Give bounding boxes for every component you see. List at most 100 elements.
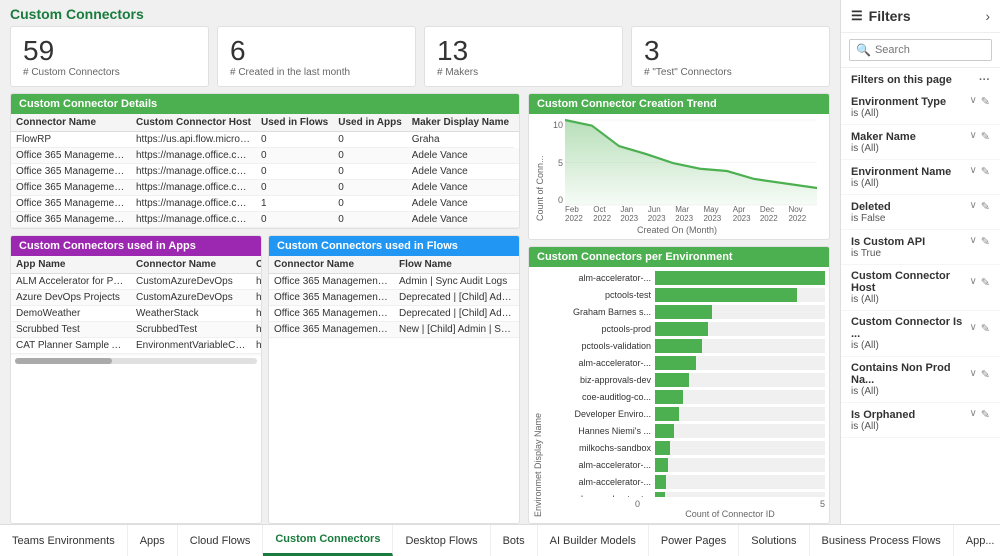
tab-item-solutions[interactable]: Solutions [739, 525, 809, 556]
filter-item-actions: ∨ ✎ [969, 200, 990, 213]
bar-fill [655, 356, 696, 370]
filter-more-icon[interactable]: ··· [979, 74, 990, 86]
table-row[interactable]: Office 365 Management APIhttps://manage.… [11, 180, 519, 196]
filter-edit-icon[interactable]: ✎ [981, 368, 990, 381]
filter-item[interactable]: Environment Name ∨ ✎ is (All) [841, 160, 1000, 195]
filter-edit-icon[interactable]: ✎ [981, 200, 990, 213]
tab-item-power-pages[interactable]: Power Pages [649, 525, 739, 556]
connector-details-header: Custom Connector Details [11, 94, 519, 114]
apps-scrollbar[interactable] [15, 358, 257, 364]
filter-edit-icon[interactable]: ✎ [981, 276, 990, 289]
bar-fill [655, 407, 679, 421]
connector-flows-scroll[interactable]: Connector Name Flow Name Office 365 Mana… [269, 256, 519, 338]
table-row[interactable]: Office 365 Management APIDeprecated | [C… [269, 290, 519, 306]
table-row[interactable]: FlowRPhttps://us.api.flow.microsoft.c om… [11, 132, 519, 148]
filter-item-name: Custom Connector Is ... [851, 316, 969, 340]
table-row[interactable]: Office 365 Management APIhttps://manage.… [11, 148, 519, 164]
table-row[interactable]: Azure DevOps ProjectsCustomAzureDevOpsht… [11, 290, 261, 306]
trend-y-10: 10 [547, 120, 563, 130]
connector-details-table-scroll[interactable]: Connector Name Custom Connector Host Use… [11, 114, 519, 228]
filter-expand-icon[interactable]: › [985, 8, 990, 24]
tab-item-ai-builder-models[interactable]: AI Builder Models [538, 525, 649, 556]
table-row[interactable]: CAT Planner Sample AppEnvironmentVariabl… [11, 354, 261, 357]
flows-col-connector: Connector Name [269, 256, 394, 274]
filter-item-header: Custom Connector Is ... ∨ ✎ [851, 316, 990, 340]
bar-label: Developer Enviro... [545, 409, 655, 419]
filter-item[interactable]: Maker Name ∨ ✎ is (All) [841, 125, 1000, 160]
filter-chevron-icon[interactable]: ∨ [969, 322, 976, 335]
table-row[interactable]: ALM Accelerator for Power PlatformCustom… [11, 274, 261, 290]
table-row[interactable]: Scrubbed TestScrubbedTesthtt [11, 322, 261, 338]
kpi-number-2: 13 [437, 35, 610, 67]
filter-chevron-icon[interactable]: ∨ [969, 165, 976, 178]
env-chart-title: Custom Connectors per Environment [529, 247, 829, 267]
table-row[interactable]: Office 365 Management API Newhttps://man… [11, 196, 519, 212]
filter-chevron-icon[interactable]: ∨ [969, 95, 976, 108]
bar-fill [655, 458, 668, 472]
filter-item-value: is (All) [851, 178, 990, 189]
table-row[interactable]: Office 365 Management APIDeprecated | [C… [269, 306, 519, 322]
table-row[interactable]: Office 365 Management API NewNew | [Chil… [269, 322, 519, 338]
bar-fill [655, 475, 666, 489]
filter-chevron-icon[interactable]: ∨ [969, 200, 976, 213]
filter-chevron-icon[interactable]: ∨ [969, 235, 976, 248]
trend-x-axis-label: Created On (Month) [533, 225, 821, 235]
filter-item[interactable]: Is Orphaned ∨ ✎ is (All) [841, 403, 1000, 438]
filter-item[interactable]: Is Custom API ∨ ✎ is True [841, 230, 1000, 265]
filter-item[interactable]: Custom Connector Is ... ∨ ✎ is (All) [841, 311, 1000, 357]
filter-search-box[interactable]: 🔍 [849, 39, 992, 61]
table-row[interactable]: Office 365 Management API Newhttps://man… [11, 212, 519, 228]
filter-edit-icon[interactable]: ✎ [981, 165, 990, 178]
kpi-label-2: # Makers [437, 67, 610, 78]
filter-item-actions: ∨ ✎ [969, 368, 990, 381]
apps-col-cu: Cu... [251, 256, 261, 274]
filter-edit-icon[interactable]: ✎ [981, 235, 990, 248]
filter-chevron-icon[interactable]: ∨ [969, 130, 976, 143]
filter-chevron-icon[interactable]: ∨ [969, 368, 976, 381]
table-row[interactable]: Office 365 Management APIAdmin | Sync Au… [269, 274, 519, 290]
search-icon: 🔍 [856, 43, 871, 57]
tab-item-teams-environments[interactable]: Teams Environments [0, 525, 128, 556]
bar-fill [655, 339, 702, 353]
connector-flows-box: Custom Connectors used in Flows Connecto… [268, 235, 520, 524]
tab-item-bots[interactable]: Bots [491, 525, 538, 556]
connector-apps-scroll[interactable]: App Name Connector Name Cu... ALM Accele… [11, 256, 261, 356]
bar-track [655, 271, 825, 285]
tab-item-app...[interactable]: App... [954, 525, 1000, 556]
filter-chevron-icon[interactable]: ∨ [969, 276, 976, 289]
bar-row: coe-auditlog-co... [545, 390, 825, 404]
table-row[interactable]: CAT Planner Sample AppEnvironmentVariabl… [11, 338, 261, 354]
filter-chevron-icon[interactable]: ∨ [969, 408, 976, 421]
filter-item-value: is (All) [851, 108, 990, 119]
filter-edit-icon[interactable]: ✎ [981, 95, 990, 108]
filter-edit-icon[interactable]: ✎ [981, 322, 990, 335]
table-row[interactable]: Office 365 Management APIhttps://manage.… [11, 164, 519, 180]
bar-row: alm-accelerator-... [545, 356, 825, 370]
bar-row: Graham Barnes s... [545, 305, 825, 319]
bar-label: alm-accelerator-... [545, 477, 655, 487]
filter-edit-icon[interactable]: ✎ [981, 408, 990, 421]
filter-item-name: Custom Connector Host [851, 270, 969, 294]
tab-item-business-process-flows[interactable]: Business Process Flows [810, 525, 954, 556]
kpi-number-0: 59 [23, 35, 196, 67]
tab-item-desktop-flows[interactable]: Desktop Flows [393, 525, 490, 556]
kpi-row: 59 # Custom Connectors 6 # Created in th… [0, 26, 840, 93]
filter-search-area: 🔍 [841, 33, 1000, 68]
connector-flows-table: Connector Name Flow Name Office 365 Mana… [269, 256, 519, 338]
tab-item-custom-connectors[interactable]: Custom Connectors [263, 525, 393, 556]
bar-row: alm-accelerator-... [545, 458, 825, 472]
table-row[interactable]: DemoWeatherWeatherStackhtt [11, 306, 261, 322]
col-flows: Used in Flows [256, 114, 333, 132]
filter-item[interactable]: Contains Non Prod Na... ∨ ✎ is (All) [841, 357, 1000, 403]
bar-row: Developer Enviro... [545, 407, 825, 421]
filter-item[interactable]: Deleted ∨ ✎ is False [841, 195, 1000, 230]
filter-item[interactable]: Custom Connector Host ∨ ✎ is (All) [841, 265, 1000, 311]
connector-details-table: Connector Name Custom Connector Host Use… [11, 114, 519, 228]
filter-item-name: Contains Non Prod Na... [851, 362, 969, 386]
filter-edit-icon[interactable]: ✎ [981, 130, 990, 143]
trend-svg-area [565, 120, 817, 205]
filter-item[interactable]: Environment Type ∨ ✎ is (All) [841, 90, 1000, 125]
tab-item-apps[interactable]: Apps [128, 525, 178, 556]
tab-item-cloud-flows[interactable]: Cloud Flows [178, 525, 264, 556]
search-input[interactable] [875, 44, 985, 56]
